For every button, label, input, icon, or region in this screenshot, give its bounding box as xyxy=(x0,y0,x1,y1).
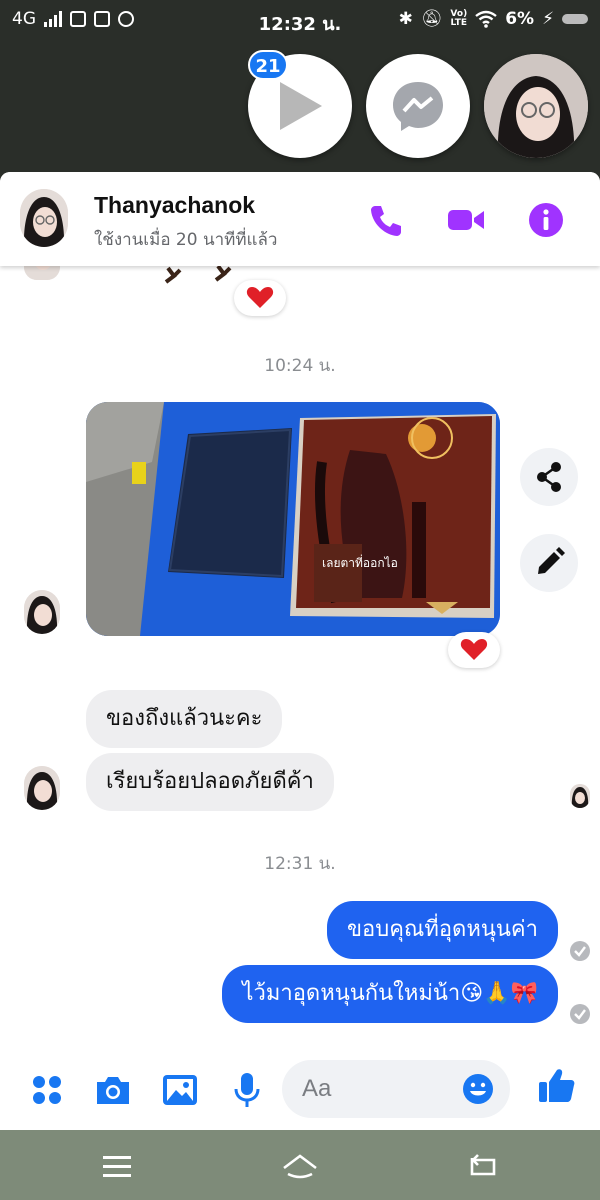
avatar-photo xyxy=(570,784,590,808)
messenger-chat-head[interactable] xyxy=(366,54,470,158)
sender-avatar[interactable] xyxy=(24,590,60,634)
back-icon[interactable] xyxy=(462,1148,502,1184)
sender-avatar[interactable] xyxy=(24,766,60,810)
gallery-icon[interactable] xyxy=(158,1068,202,1112)
active-status: ใช้งานเมื่อ 20 นาทีที่แล้ว xyxy=(94,230,278,250)
sent-check-icon xyxy=(570,1004,590,1024)
incoming-message[interactable]: เรียบร้อยปลอดภัยดีค้า xyxy=(86,753,334,811)
emoji-icon[interactable] xyxy=(462,1073,494,1105)
avatar-photo xyxy=(484,54,588,158)
charging-icon: ⚡ xyxy=(542,9,554,29)
avatar-photo xyxy=(20,189,68,247)
sent-check-icon xyxy=(570,941,590,961)
messenger-icon xyxy=(393,82,443,131)
book-photo: เลยตาที่ออกไอ xyxy=(86,402,500,636)
bluetooth-icon: ✱ xyxy=(398,9,413,29)
heart-icon xyxy=(460,639,488,660)
status-bar: 4G 12:32 น. ✱ 🔕︎ Vo) LTE 6% ⚡ xyxy=(0,0,600,40)
lte-label: LTE xyxy=(450,18,468,28)
battery-icon xyxy=(562,14,588,24)
book-title: เลยตาที่ออกไอ xyxy=(322,554,398,570)
share-button[interactable] xyxy=(520,448,578,506)
system-navigation-bar xyxy=(0,1130,600,1200)
outgoing-message[interactable]: ขอบคุณที่อุดหนุนค่า xyxy=(327,901,558,959)
battery-level: 6% xyxy=(505,9,535,29)
message-composer: Aa xyxy=(0,1050,600,1130)
seen-receipt-avatar xyxy=(570,784,590,808)
heart-reaction[interactable] xyxy=(448,632,500,668)
photo-message[interactable]: เลยตาที่ออกไอ xyxy=(86,402,500,636)
heart-icon xyxy=(246,287,274,308)
home-icon[interactable] xyxy=(280,1148,320,1184)
volte-icon: Vo) LTE xyxy=(450,10,467,28)
edit-button[interactable] xyxy=(520,534,578,592)
camera-icon[interactable] xyxy=(91,1068,135,1112)
info-icon[interactable] xyxy=(526,200,566,240)
phone-icon[interactable] xyxy=(366,200,406,240)
share-icon xyxy=(537,462,561,492)
timestamp-separator: 10:24 น. xyxy=(264,356,336,376)
thumbs-up-icon[interactable] xyxy=(535,1064,579,1108)
wifi-icon xyxy=(475,10,497,28)
apps-grid-icon[interactable] xyxy=(25,1068,69,1112)
menu-icon[interactable] xyxy=(97,1148,137,1184)
video-camera-icon[interactable] xyxy=(446,200,486,240)
mute-bell-icon: 🔕︎ xyxy=(420,9,443,29)
unread-badge: 21 xyxy=(248,50,288,80)
microphone-icon[interactable] xyxy=(225,1068,269,1112)
edit-pencil-icon xyxy=(538,547,565,574)
avatar-photo xyxy=(24,766,60,810)
avatar-photo xyxy=(24,590,60,634)
conversation-panel: Thanyachanok ใช้งานเมื่อ 20 นาทีที่แล้ว … xyxy=(0,172,600,1130)
contact-name[interactable]: Thanyachanok xyxy=(94,192,255,219)
timestamp-separator: 12:31 น. xyxy=(264,854,336,874)
contact-chat-head-avatar[interactable] xyxy=(484,54,588,158)
heart-reaction[interactable] xyxy=(234,280,286,316)
message-placeholder: Aa xyxy=(302,1075,332,1102)
sticker-fragment xyxy=(164,264,232,284)
outgoing-message[interactable]: ไว้มาอุดหนุนกันใหม่น้า😘🙏🎀 xyxy=(222,965,558,1023)
status-right: ✱ 🔕︎ Vo) LTE 6% ⚡ xyxy=(399,9,588,29)
conversation-header: Thanyachanok ใช้งานเมื่อ 20 นาทีที่แล้ว xyxy=(0,172,600,266)
incoming-message[interactable]: ของถึงแล้วนะคะ xyxy=(86,690,283,748)
contact-avatar[interactable] xyxy=(20,189,68,247)
message-input[interactable]: Aa xyxy=(282,1060,510,1118)
